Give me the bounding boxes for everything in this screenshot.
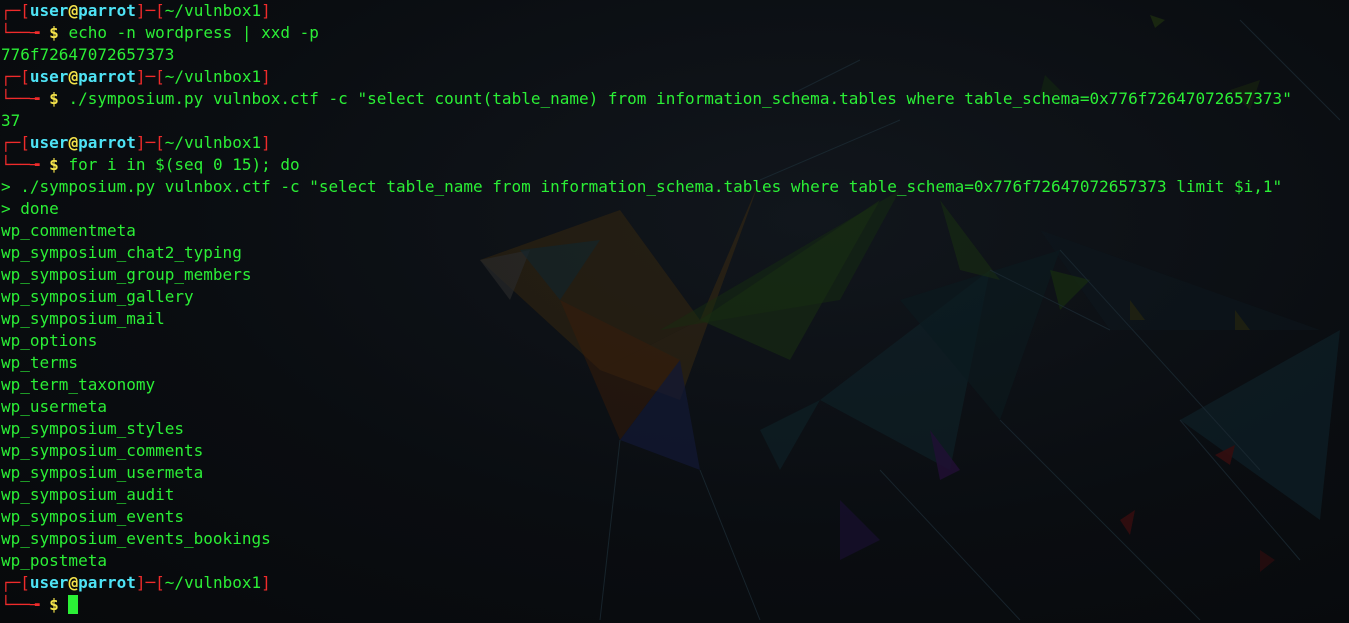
prompt-host: parrot — [78, 133, 136, 152]
prompt-header: ┌─[user@parrot]─[~/vulnbox1] — [1, 573, 271, 592]
continuation-line: > done — [1, 199, 59, 218]
prompt-host: parrot — [78, 1, 136, 20]
command-line: └──╼ $ ./symposium.py vulnbox.ctf -c "se… — [1, 89, 1292, 108]
table-name-output: wp_symposium_events — [1, 507, 185, 526]
prompt-user: user — [29, 573, 69, 592]
table-name-output: wp_options — [1, 331, 98, 350]
command-line: └──╼ $ echo -n wordpress | xxd -p — [1, 23, 319, 42]
table-name-output: wp_term_taxonomy — [1, 375, 156, 394]
prompt-host: parrot — [78, 67, 136, 86]
table-name-output: wp_symposium_usermeta — [1, 463, 204, 482]
prompt-user: user — [29, 67, 69, 86]
table-name-output: wp_usermeta — [1, 397, 107, 416]
command-line: └──╼ $ for i in $(seq 0 15); do — [1, 155, 300, 174]
table-name-output: wp_symposium_group_members — [1, 265, 252, 284]
prompt-header: ┌─[user@parrot]─[~/vulnbox1] — [1, 67, 271, 86]
table-name-output: wp_terms — [1, 353, 79, 372]
prompt-cwd: ~/vulnbox1 — [164, 67, 262, 86]
table-name-output: wp_symposium_mail — [1, 309, 165, 328]
prompt-cwd: ~/vulnbox1 — [164, 1, 262, 20]
prompt-cwd: ~/vulnbox1 — [164, 133, 262, 152]
terminal-window[interactable]: ┌─[user@parrot]─[~/vulnbox1] └──╼ $ echo… — [0, 0, 1349, 623]
table-name-output: wp_commentmeta — [1, 221, 136, 240]
terminal-output[interactable]: ┌─[user@parrot]─[~/vulnbox1] └──╼ $ echo… — [1, 0, 1292, 616]
prompt-header: ┌─[user@parrot]─[~/vulnbox1] — [1, 1, 271, 20]
command-output: 776f72647072657373 — [1, 45, 175, 64]
active-command-line[interactable]: └──╼ $ — [1, 594, 1292, 616]
continuation-line: > ./symposium.py vulnbox.ctf -c "select … — [1, 177, 1283, 196]
prompt-cwd: ~/vulnbox1 — [164, 573, 262, 592]
table-name-output: wp_symposium_styles — [1, 419, 185, 438]
table-name-output: wp_postmeta — [1, 551, 107, 570]
table-name-output: wp_symposium_events_bookings — [1, 529, 271, 548]
command-output: 37 — [1, 111, 21, 130]
text-cursor[interactable] — [68, 595, 79, 614]
prompt-host: parrot — [78, 573, 136, 592]
table-name-output: wp_symposium_audit — [1, 485, 175, 504]
table-name-output: wp_symposium_chat2_typing — [1, 243, 242, 262]
table-name-output: wp_symposium_comments — [1, 441, 204, 460]
prompt-user: user — [29, 1, 69, 20]
table-name-output: wp_symposium_gallery — [1, 287, 194, 306]
prompt-user: user — [29, 133, 69, 152]
prompt-header: ┌─[user@parrot]─[~/vulnbox1] — [1, 133, 271, 152]
